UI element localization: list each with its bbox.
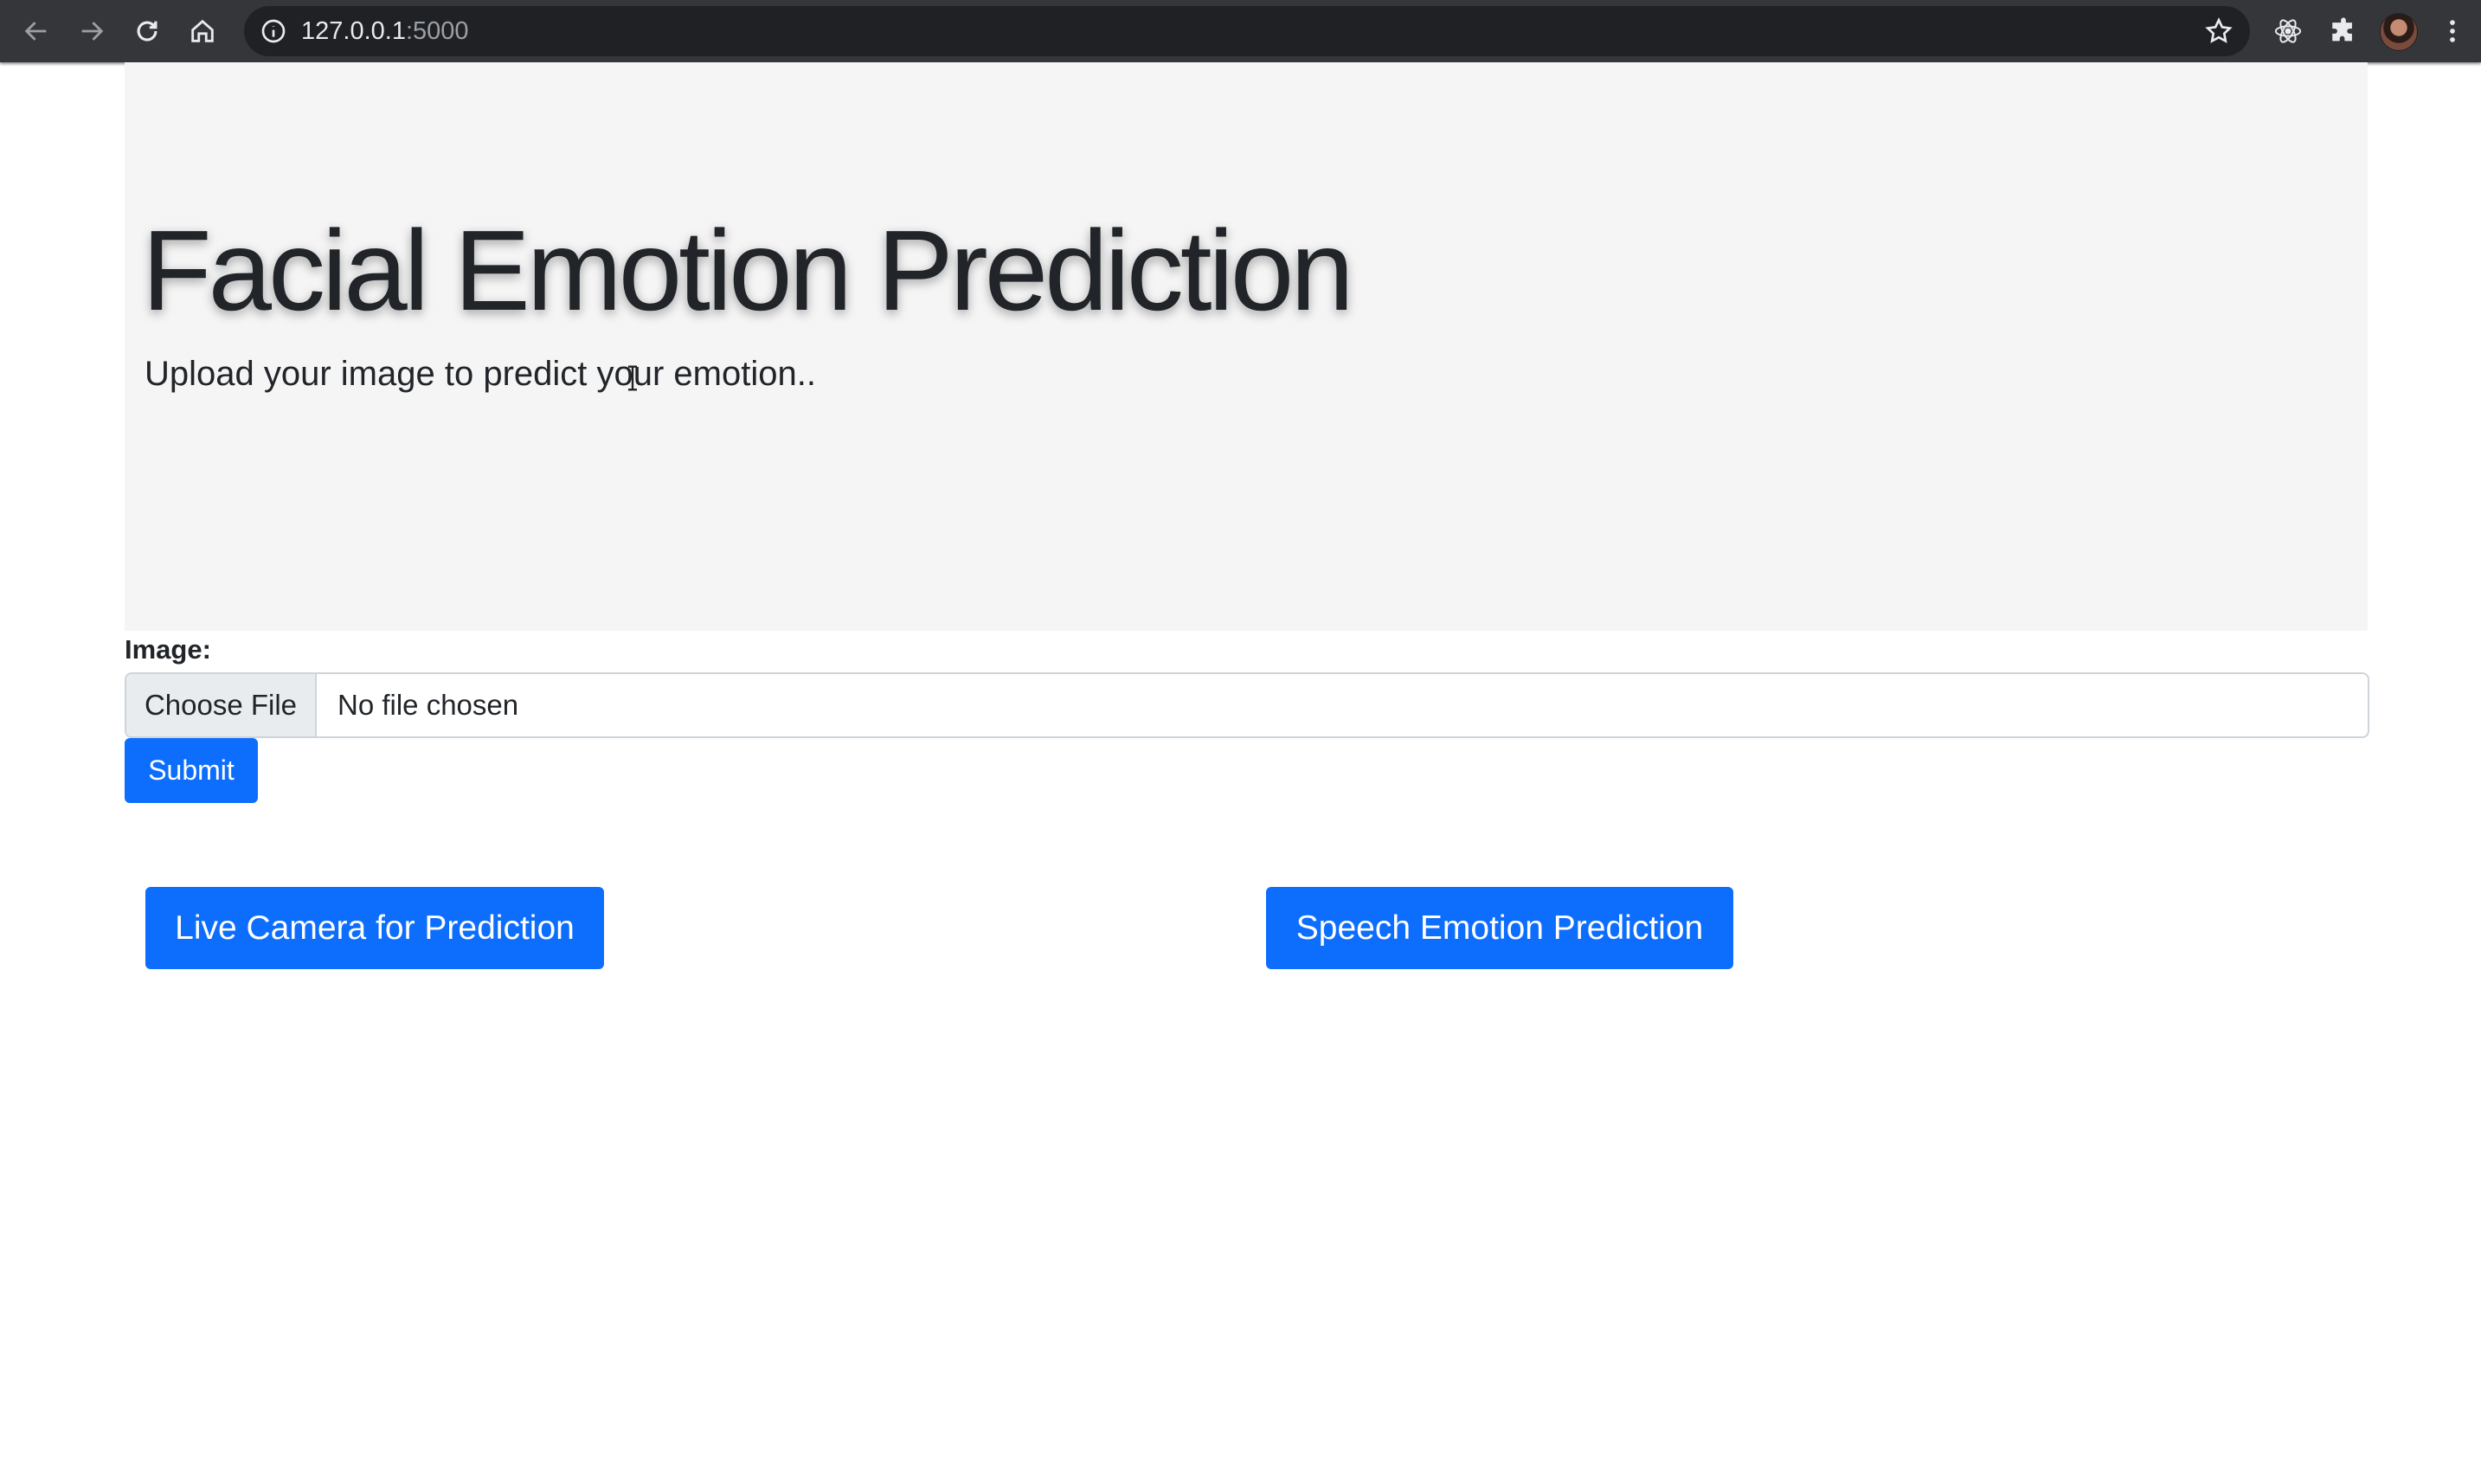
page-subtitle: Upload your image to predict your emotio… xyxy=(145,355,816,393)
forward-icon[interactable] xyxy=(71,10,112,52)
react-extension-icon[interactable] xyxy=(2267,10,2309,52)
back-icon[interactable] xyxy=(16,10,57,52)
star-icon[interactable] xyxy=(2203,16,2234,47)
choose-file-button[interactable]: Choose File xyxy=(126,674,317,736)
kebab-menu-icon[interactable] xyxy=(2435,10,2470,52)
reload-icon[interactable] xyxy=(126,10,168,52)
extensions-puzzle-icon[interactable] xyxy=(2323,10,2364,52)
image-file-input[interactable]: Choose File No file chosen xyxy=(125,672,2369,738)
url-host: 127.0.0.1 xyxy=(301,17,406,45)
browser-toolbar: 127.0.0.1:5000 xyxy=(0,0,2481,62)
home-icon[interactable] xyxy=(182,10,223,52)
page-title: Facial Emotion Prediction xyxy=(142,207,1354,334)
text-cursor-icon xyxy=(628,365,637,391)
live-camera-button[interactable]: Live Camera for Prediction xyxy=(145,887,604,969)
hero-jumbotron: Facial Emotion Prediction Upload your im… xyxy=(125,62,2368,631)
info-icon[interactable] xyxy=(260,17,287,45)
submit-button[interactable]: Submit xyxy=(125,738,258,803)
url-port: :5000 xyxy=(405,17,469,45)
speech-emotion-button[interactable]: Speech Emotion Prediction xyxy=(1266,887,1733,969)
file-status-text: No file chosen xyxy=(337,689,519,721)
address-bar[interactable]: 127.0.0.1:5000 xyxy=(244,6,2250,56)
profile-avatar[interactable] xyxy=(2380,13,2418,51)
image-label: Image: xyxy=(125,634,211,665)
url-text[interactable]: 127.0.0.1:5000 xyxy=(301,6,469,56)
